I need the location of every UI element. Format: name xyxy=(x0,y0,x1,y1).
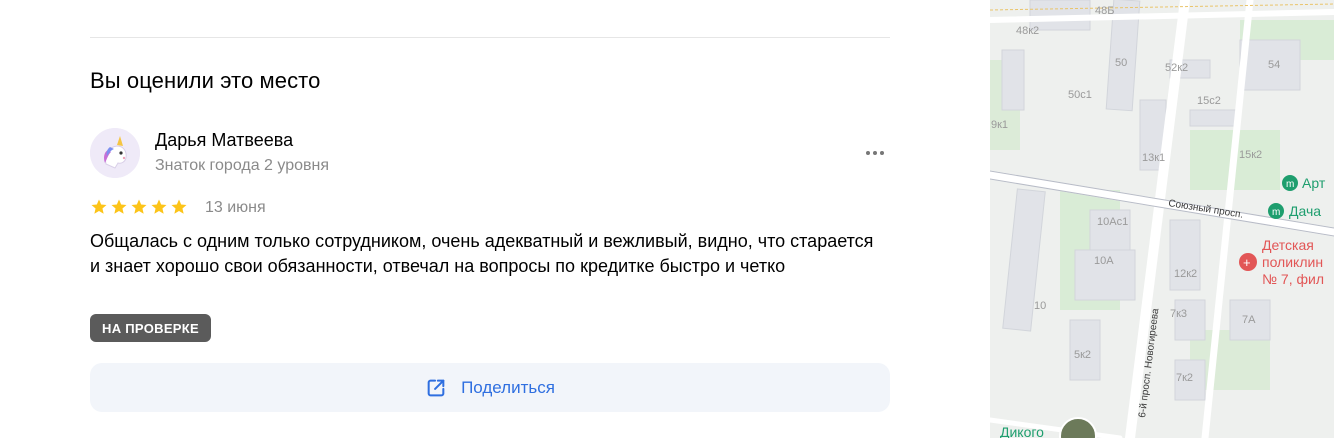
author-avatar[interactable] xyxy=(90,128,140,178)
share-button[interactable]: Поделиться xyxy=(90,363,890,412)
poi-label: № 7, фил xyxy=(1262,271,1324,287)
review-text: Общалась с одним только сотрудником, оче… xyxy=(90,231,874,276)
poi-art[interactable]: m Арт xyxy=(1282,175,1326,191)
share-label: Поделиться xyxy=(461,377,555,397)
poi-label: Детская xyxy=(1262,237,1314,253)
building-label: 54 xyxy=(1268,59,1280,71)
building-label: 7А xyxy=(1242,314,1256,326)
status-badge: НА ПРОВЕРКЕ xyxy=(90,314,211,342)
more-dots-icon xyxy=(873,151,877,155)
unicorn-avatar-icon xyxy=(90,128,140,178)
section-title: Вы оценили это место xyxy=(90,68,321,93)
review-date: 13 июня xyxy=(205,199,266,216)
star-icon xyxy=(171,199,187,214)
building-label: 50 xyxy=(1115,57,1127,69)
poi-label: Дикого xyxy=(1000,424,1044,438)
star-icon xyxy=(91,199,107,214)
author-name[interactable]: Дарья Матвеева xyxy=(155,130,293,151)
more-options-button[interactable] xyxy=(860,142,890,164)
star-icon xyxy=(111,199,127,214)
poi-dacha[interactable]: m Дача xyxy=(1268,203,1321,219)
star-icon xyxy=(151,199,167,214)
svg-text:m: m xyxy=(1272,207,1280,218)
svg-text:+: + xyxy=(1243,255,1251,270)
author-status: Знаток города 2 уровня xyxy=(155,157,330,174)
more-dots-icon xyxy=(880,151,884,155)
building-label: 50с1 xyxy=(1068,89,1092,101)
building xyxy=(1174,299,1206,341)
building xyxy=(1189,109,1241,127)
poi-label: Дача xyxy=(1289,203,1321,219)
building-label: 7к3 xyxy=(1170,308,1187,320)
building-label: 15к2 xyxy=(1239,149,1262,161)
building-label: 48к2 xyxy=(1016,25,1039,37)
building-label: 52к2 xyxy=(1165,62,1188,74)
poi-label: поликлин xyxy=(1262,254,1323,270)
star-icon xyxy=(131,199,147,214)
building-label: 7к2 xyxy=(1176,372,1193,384)
svg-text:m: m xyxy=(1286,179,1294,190)
review-panel: Вы оценили это место Дарья Матвеева Знат… xyxy=(0,0,990,438)
more-dots-icon xyxy=(866,151,870,155)
building-label: 10Ас1 xyxy=(1097,216,1128,228)
building-label: 15с2 xyxy=(1197,95,1221,107)
poi-label: Арт xyxy=(1302,175,1326,191)
building-label: 48Б xyxy=(1095,5,1114,17)
rating-stars xyxy=(90,198,188,216)
building-label: 5к2 xyxy=(1074,349,1091,361)
building-label: 12к2 xyxy=(1174,268,1197,280)
building-label: 13к1 xyxy=(1142,152,1165,164)
building-label: 9к1 xyxy=(991,119,1008,131)
map-canvas[interactable]: 48Б 48к2 50 52к2 54 50с1 15с2 9к1 13к1 1… xyxy=(990,0,1334,438)
building-label: 10 xyxy=(1034,300,1046,312)
share-icon xyxy=(427,379,445,396)
building-label: 10А xyxy=(1094,255,1114,267)
divider xyxy=(90,37,890,38)
building xyxy=(1001,49,1025,111)
map-view[interactable]: 48Б 48к2 50 52к2 54 50с1 15с2 9к1 13к1 1… xyxy=(990,0,1334,438)
